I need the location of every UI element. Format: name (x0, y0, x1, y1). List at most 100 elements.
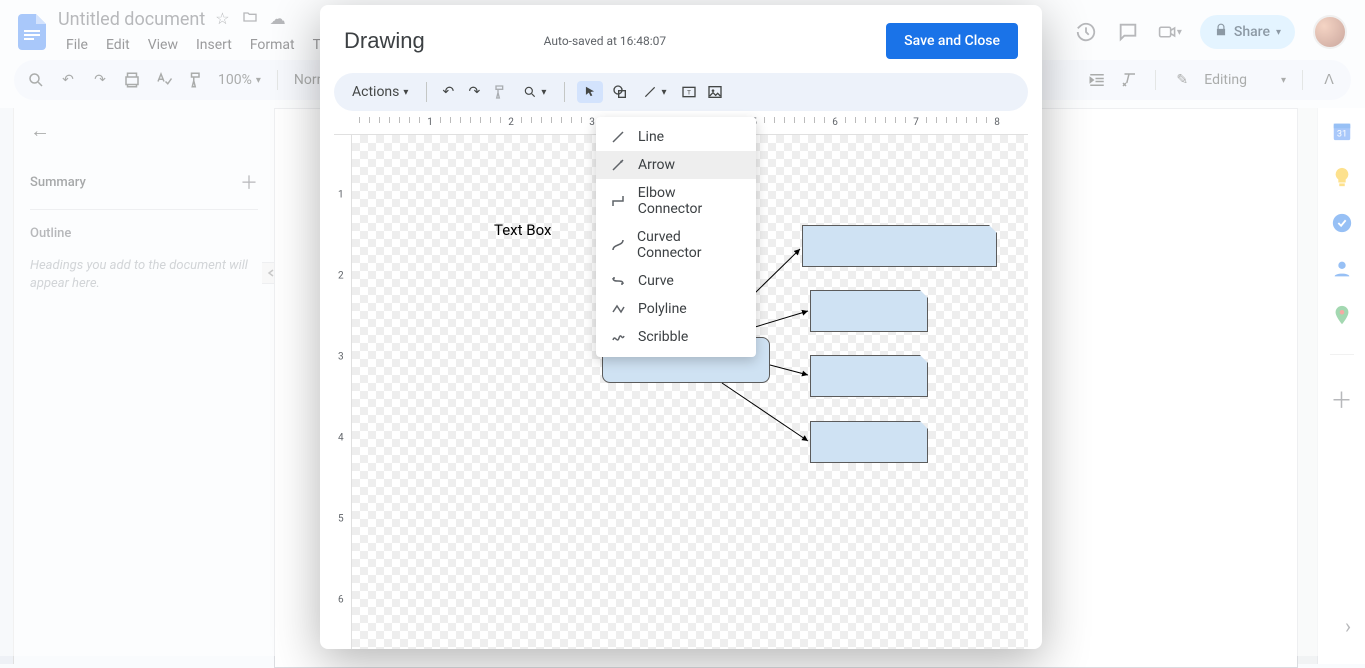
paint-format-icon[interactable] (186, 70, 206, 90)
redo-icon[interactable]: ↷ (465, 83, 483, 101)
outline-hint: Headings you add to the document will ap… (30, 257, 258, 293)
left-ruler (0, 108, 14, 664)
undo-icon[interactable]: ↶ (439, 83, 457, 101)
calendar-icon[interactable]: 31 (1331, 120, 1353, 142)
ruler-tick: 4 (338, 433, 344, 444)
summary-label: Summary (30, 175, 86, 190)
meet-icon[interactable]: ▾ (1158, 20, 1182, 44)
ruler-tick: 6 (338, 595, 344, 606)
curved-connector-icon (610, 237, 625, 253)
menu-file[interactable]: File (58, 33, 96, 57)
elbow-connector-icon (610, 193, 626, 209)
spellcheck-icon[interactable] (154, 70, 174, 90)
ruler-tick: 1 (338, 190, 344, 201)
ruler-tick: 7 (913, 117, 919, 128)
line-menu-item-line[interactable]: Line (596, 123, 756, 151)
menu-item-label: Polyline (638, 301, 687, 317)
save-and-close-button[interactable]: Save and Close (886, 23, 1018, 59)
scribble-icon (610, 329, 626, 345)
menu-item-label: Elbow Connector (638, 185, 742, 217)
add-summary-icon[interactable]: ＋ (240, 169, 258, 195)
history-icon[interactable] (1074, 20, 1098, 44)
undo-icon[interactable]: ↶ (58, 70, 78, 90)
redo-icon[interactable]: ↷ (90, 70, 110, 90)
pencil-icon[interactable]: ✎ (1172, 70, 1192, 90)
contacts-icon[interactable] (1331, 258, 1353, 280)
indent-icon[interactable] (1087, 70, 1107, 90)
share-label: Share (1234, 24, 1270, 40)
modal-title: Drawing (344, 28, 425, 54)
star-icon[interactable]: ☆ (215, 9, 229, 29)
maps-icon[interactable] (1331, 304, 1353, 326)
arrow-icon (610, 157, 626, 173)
menu-item-label: Scribble (638, 329, 688, 345)
image-tool-button[interactable] (706, 83, 724, 101)
paint-format-icon[interactable] (491, 83, 509, 101)
ruler-tick: 5 (338, 514, 344, 525)
share-button[interactable]: Share ▾ (1200, 15, 1295, 49)
menu-insert[interactable]: Insert (188, 33, 240, 57)
svg-text:T: T (687, 89, 691, 97)
ruler-tick: 1 (427, 117, 433, 128)
side-panel: 31 ＋ (1317, 108, 1365, 664)
comments-icon[interactable] (1116, 20, 1140, 44)
snip-rect-shape-4[interactable] (810, 421, 928, 463)
text-box-shape[interactable]: Text Box (494, 221, 551, 239)
actions-menu-button[interactable]: Actions▾ (346, 80, 414, 104)
line-tool-button[interactable]: ▾ (637, 81, 672, 103)
drawing-modal: Drawing Auto-saved at 16:48:07 Save and … (320, 5, 1042, 649)
side-panel-collapse-icon[interactable]: › (1345, 614, 1351, 638)
outline-label: Outline (30, 226, 258, 241)
snip-rect-shape-2[interactable] (810, 290, 928, 332)
polyline-icon (610, 301, 626, 317)
move-folder-icon[interactable] (242, 9, 258, 29)
line-menu-item-polyline[interactable]: Polyline (596, 295, 756, 323)
zoom-select[interactable]: 100% ▾ (218, 72, 261, 88)
select-tool-button[interactable] (577, 81, 603, 103)
line-menu-item-curved-connector[interactable]: Curved Connector (596, 223, 756, 267)
doc-title[interactable]: Untitled document (58, 9, 205, 30)
menu-format[interactable]: Format (242, 33, 303, 57)
cloud-status-icon[interactable]: ☁ (270, 9, 286, 29)
vertical-ruler: 1 2 3 4 5 6 (334, 135, 352, 649)
ruler-tick: 2 (508, 117, 514, 128)
lock-icon (1214, 23, 1228, 41)
drawing-toolbar: Actions▾ ↶ ↷ ▾ ▾ T (334, 73, 1028, 111)
search-icon[interactable] (26, 70, 46, 90)
menu-item-label: Curve (638, 273, 674, 289)
collapse-toolbar-icon[interactable]: ᐱ (1319, 70, 1339, 90)
line-menu-item-elbow-connector[interactable]: Elbow Connector (596, 179, 756, 223)
keep-icon[interactable] (1331, 166, 1353, 188)
menu-edit[interactable]: Edit (98, 33, 138, 57)
shape-tool-button[interactable] (611, 83, 629, 101)
snip-rect-shape-3[interactable] (810, 355, 928, 397)
back-arrow-icon[interactable]: ← (30, 118, 258, 143)
mode-select[interactable]: Editing ▾ (1204, 72, 1286, 88)
textbox-tool-button[interactable]: T (680, 83, 698, 101)
curve-icon (610, 273, 626, 289)
line-menu-item-arrow[interactable]: Arrow (596, 151, 756, 179)
chevron-down-icon: ▾ (1276, 27, 1281, 38)
svg-text:31: 31 (1336, 130, 1346, 140)
ruler-tick: 6 (832, 117, 838, 128)
ruler-tick: 2 (338, 271, 344, 282)
line-tool-dropdown-caret[interactable]: ▾ (661, 87, 666, 98)
menu-item-label: Arrow (638, 157, 675, 173)
docs-logo-icon[interactable] (14, 14, 50, 50)
menu-item-label: Line (638, 129, 664, 145)
line-menu-item-curve[interactable]: Curve (596, 267, 756, 295)
clear-format-icon[interactable] (1119, 70, 1139, 90)
tasks-icon[interactable] (1331, 212, 1353, 234)
line-menu-item-scribble[interactable]: Scribble (596, 323, 756, 351)
menu-view[interactable]: View (140, 33, 186, 57)
addons-plus-icon[interactable]: ＋ (1330, 383, 1352, 415)
ruler-tick: 3 (338, 352, 344, 363)
line-tool-dropdown: Line Arrow Elbow Connector Curved Connector… (596, 117, 756, 357)
print-icon[interactable] (122, 70, 142, 90)
zoom-button[interactable]: ▾ (517, 81, 552, 103)
menu-item-label: Curved Connector (637, 229, 742, 261)
avatar[interactable] (1313, 15, 1347, 49)
ruler-tick: 3 (589, 117, 595, 128)
outline-panel: ← Summary ＋ Outline Headings you add to … (14, 108, 274, 664)
snip-rect-shape-1[interactable] (802, 225, 997, 267)
